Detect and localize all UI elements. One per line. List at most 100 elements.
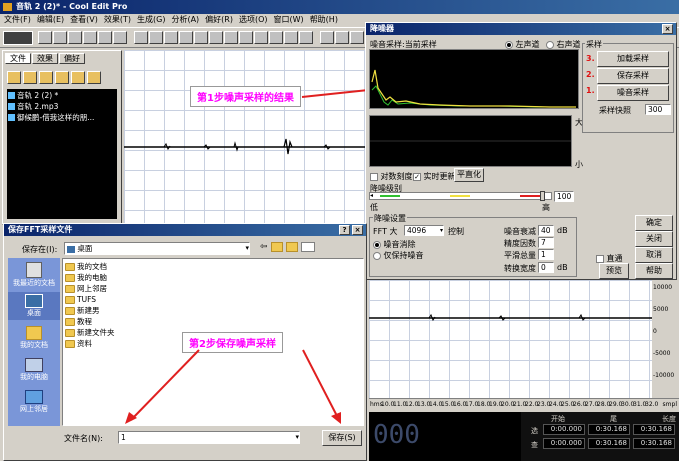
save-in-label: 保存在(I): [22, 245, 58, 254]
new-folder-icon[interactable] [285, 242, 298, 252]
close-button[interactable]: 关闭 [635, 231, 673, 247]
close-file-icon[interactable] [39, 70, 53, 84]
live-update-checkbox[interactable]: ✓ 实时更新 [413, 171, 456, 182]
menu-effects[interactable]: 效果(T) [104, 14, 131, 26]
capture-profile-button[interactable]: 噪音采样 [597, 85, 669, 101]
list-item[interactable]: 我的电脑 [65, 272, 361, 283]
loop-icon[interactable] [164, 31, 178, 44]
place-desktop[interactable]: 桌面 [8, 292, 60, 320]
close-icon[interactable]: × [352, 225, 363, 235]
grid-icon[interactable] [350, 31, 364, 44]
place-my-documents[interactable]: 我的文档 [8, 326, 60, 350]
cue-icon[interactable] [335, 31, 349, 44]
reduction-level-input[interactable]: 100 [554, 191, 574, 202]
folder-icon[interactable] [68, 31, 82, 44]
tab-effects[interactable]: 效果 [32, 53, 58, 64]
open-icon[interactable] [38, 31, 52, 44]
sel-length[interactable]: 0:30.168 [633, 424, 675, 435]
mode-switch-icon[interactable] [3, 31, 33, 45]
transition-input[interactable]: 0 [538, 262, 554, 273]
list-item[interactable]: 教程 [65, 316, 361, 327]
ok-button[interactable]: 确定 [635, 215, 673, 231]
sel-start[interactable]: 0:00.000 [543, 424, 585, 435]
high-label: 高 [542, 203, 550, 212]
paste-icon[interactable] [209, 31, 223, 44]
cut-icon[interactable] [194, 31, 208, 44]
help-icon[interactable]: ? [339, 225, 350, 235]
cancel-button[interactable]: 取消 [635, 247, 673, 263]
copy-icon[interactable] [179, 31, 193, 44]
precision-input[interactable]: 7 [538, 237, 554, 248]
view-end[interactable]: 0:30.168 [588, 438, 630, 449]
envelope-icon[interactable] [284, 31, 298, 44]
save-fft-dialog: 保存FFT采样文件 ? × 保存在(I): 桌面 ▾ ⇦ 我最近的文档 桌面 我… [3, 223, 367, 461]
sel-end[interactable]: 0:30.168 [588, 424, 630, 435]
mix-paste-icon[interactable] [224, 31, 238, 44]
up-folder-icon[interactable] [270, 242, 283, 252]
menu-analyze[interactable]: 分析(A) [171, 14, 199, 26]
back-icon[interactable]: ⇦ [260, 242, 268, 252]
list-item[interactable]: 御候鹏-借我这样的朋... [8, 112, 116, 123]
checkbox-icon [370, 172, 378, 181]
undo-icon[interactable] [134, 31, 148, 44]
menu-help[interactable]: 帮助(H) [310, 14, 338, 26]
fft-size-select[interactable]: 4096 ▾ [404, 225, 444, 236]
log-scale-checkbox[interactable]: 对数刻度 [370, 171, 413, 182]
snapshot-input[interactable]: 300 [645, 104, 671, 115]
place-my-computer[interactable]: 我的电脑 [8, 358, 60, 382]
preview-button[interactable]: 预览 [599, 263, 629, 279]
menu-favorites[interactable]: 偏好(R) [205, 14, 233, 26]
zoom-in-icon[interactable] [254, 31, 268, 44]
attenuation-input[interactable]: 40 [538, 225, 554, 236]
save-button[interactable]: 保存(S) [322, 430, 362, 446]
tab-files[interactable]: 文件 [5, 53, 31, 64]
save-in-select[interactable]: 桌面 ▾ [64, 242, 250, 255]
spectral-icon[interactable] [299, 31, 313, 44]
keep-noise-radio[interactable]: 仅保持噪音 [373, 250, 424, 261]
remove-noise-radio[interactable]: 噪音消除 [373, 239, 416, 250]
load-profile-button[interactable]: 加载采样 [597, 51, 669, 67]
close-icon[interactable]: × [662, 24, 673, 34]
trim-icon[interactable] [239, 31, 253, 44]
filename-input[interactable]: 1 ▾ [118, 431, 300, 444]
view-menu-icon[interactable] [300, 242, 315, 252]
waveform-view-lower[interactable] [369, 280, 652, 398]
help-button[interactable]: 帮助 [635, 263, 673, 279]
list-item[interactable]: 我的文档 [65, 261, 361, 272]
slider-thumb[interactable] [540, 191, 545, 201]
list-item[interactable]: 新建男 [65, 305, 361, 316]
list-item[interactable]: TUFS [65, 294, 361, 305]
flatten-button[interactable]: 平直化 [454, 168, 484, 182]
menu-edit[interactable]: 编辑(E) [37, 14, 64, 26]
insert-icon[interactable] [55, 70, 69, 84]
save-icon[interactable] [53, 31, 67, 44]
redo-icon[interactable] [149, 31, 163, 44]
edit-file-icon[interactable] [71, 70, 85, 84]
open-file-icon[interactable] [7, 70, 21, 84]
place-network[interactable]: 网上邻居 [8, 390, 60, 414]
menu-file[interactable]: 文件(F) [4, 14, 31, 26]
smoothing-input[interactable]: 1 [538, 249, 554, 260]
record-icon[interactable] [98, 31, 112, 44]
list-item[interactable]: 网上邻居 [65, 283, 361, 294]
zoom-out-icon[interactable] [269, 31, 283, 44]
place-recent[interactable]: 我最近的文档 [8, 262, 60, 288]
play-file-icon[interactable] [87, 70, 101, 84]
list-item[interactable]: 音轨 2.mp3 [8, 101, 116, 112]
view-start[interactable]: 0:00.000 [543, 438, 585, 449]
save-all-icon[interactable] [83, 31, 97, 44]
menu-window[interactable]: 窗口(W) [274, 14, 304, 26]
reduction-level-slider[interactable]: ◂ [369, 191, 552, 201]
tab-favorites[interactable]: 偏好 [59, 53, 85, 64]
waveform-view[interactable] [124, 50, 367, 225]
menu-view[interactable]: 查看(V) [70, 14, 98, 26]
wave-icon[interactable] [113, 31, 127, 44]
import-icon[interactable] [23, 70, 37, 84]
save-profile-button[interactable]: 保存采样 [597, 68, 669, 84]
list-item[interactable]: 音轨 2 (2) * [8, 90, 116, 101]
marker-icon[interactable] [320, 31, 334, 44]
sample-group: 采样 3. 2. 1. 加载采样 保存采样 噪音采样 采样快照 300 [582, 39, 674, 133]
menu-options[interactable]: 选项(O) [239, 14, 268, 26]
menu-generate[interactable]: 生成(G) [137, 14, 165, 26]
view-length[interactable]: 0:30.168 [633, 438, 675, 449]
